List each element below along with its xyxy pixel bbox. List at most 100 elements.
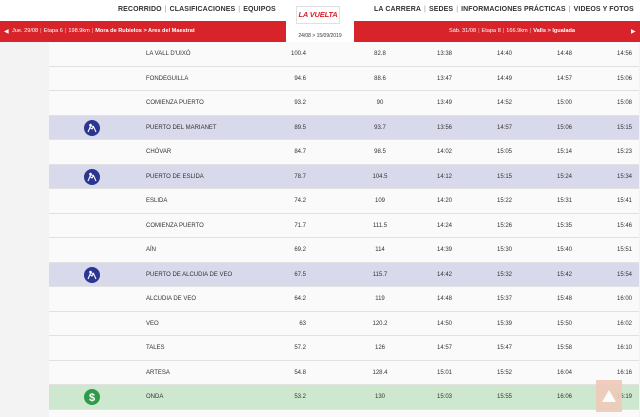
nav-videos-y-fotos[interactable]: VIDEOS Y FOTOS [574, 6, 634, 13]
prev-stage-number: Etapa 6 [43, 28, 63, 34]
km-to-finish: 63 [299, 320, 306, 327]
time-schedule-4: 14:56 [617, 51, 633, 57]
km-to-finish: 69.2 [294, 247, 306, 253]
time-schedule-1: 14:20 [437, 198, 453, 204]
time-schedule-1: 14:50 [437, 320, 453, 327]
km-to-finish: 93.2 [294, 100, 306, 106]
table-row: COMIENZA PUERTO 93.2 90 13:49 14:52 15:00 15:0… [49, 91, 639, 116]
time-schedule-3: 15:42 [557, 271, 573, 278]
km-to-finish: 89.5 [294, 124, 306, 131]
table-row: ALCUDIA DE VEO 64.2 119 14:48 15:37 15:48 16:0… [49, 287, 639, 312]
time-schedule-2: 15:52 [497, 369, 513, 376]
time-schedule-4: 15:41 [617, 198, 633, 204]
la-vuelta-logo[interactable]: LA VUELTA [296, 6, 340, 24]
bar-divider: | [40, 28, 42, 34]
time-schedule-1: 14:48 [437, 296, 453, 302]
time-schedule-3: 15:35 [557, 222, 573, 229]
nav-equipos[interactable]: EQUIPOS [243, 6, 276, 13]
km-to-finish: 53.2 [294, 394, 306, 400]
time-schedule-3: 14:57 [557, 75, 573, 82]
time-schedule-3: 15:50 [557, 320, 573, 327]
table-row: $ ONDA 53.2 130 15:03 15:55 16:06 16:19 [49, 385, 639, 410]
time-schedule-2: 15:26 [497, 222, 513, 229]
time-schedule-2: 15:39 [497, 320, 513, 327]
table-row: VEO 63 120.2 14:50 15:39 15:50 16:02 [49, 311, 639, 336]
km-covered: 90 [376, 100, 384, 106]
next-stage-date: Sáb. 31/08 [449, 28, 477, 34]
nav-divider: | [456, 6, 459, 13]
point-name: VEO [146, 320, 159, 327]
table-row: AÍN 69.2 114 14:39 15:30 15:40 15:51 [49, 238, 639, 263]
km-to-finish: 74.2 [294, 198, 306, 204]
table-row: ESLIDA 74.2 109 14:20 15:22 15:31 15:41 [49, 189, 639, 214]
km-to-finish: 57.2 [294, 345, 306, 351]
time-schedule-3: 15:40 [557, 247, 573, 253]
next-stage-link[interactable]: Sáb. 31/08 | Etapa 8 | 166.9km | Valls > Igual… [449, 28, 575, 34]
time-schedule-4: 15:15 [617, 124, 633, 131]
point-name: PUERTO DE ESLIDA [146, 173, 204, 180]
km-covered: 126 [374, 345, 385, 351]
time-schedule-1: 15:03 [437, 394, 453, 400]
km-covered: 88.6 [374, 75, 386, 82]
table-row: PUERTO DEL MARIANET 89.5 93.7 13:56 14:57 15:… [49, 115, 639, 140]
time-schedule-1: 14:57 [437, 345, 453, 351]
nav-sedes[interactable]: SEDES [429, 6, 453, 13]
scroll-to-top-button[interactable] [596, 380, 622, 412]
km-covered: 109 [374, 198, 385, 204]
time-schedule-3: 15:58 [557, 345, 573, 351]
table-row: FANZARA41.9141.315:3316:1316:2516:38 [49, 409, 639, 417]
table-row: LA VALL D'UIXÓ 100.4 82.8 13:38 14:40 14:48 14… [49, 42, 639, 67]
nav-informaciones-practicas[interactable]: INFORMACIONES PRÁCTICAS [461, 6, 566, 13]
mountain-climber-icon [84, 266, 100, 283]
km-to-finish: 94.6 [294, 75, 306, 82]
sprint-dollar-icon: $ [84, 389, 100, 405]
nav-right-menu: LA CARRERA | SEDES | INFORMACIONES PRÁCTICAS… [374, 6, 634, 13]
point-name: FONDEGUILLA [146, 75, 189, 82]
nav-divider: | [238, 6, 241, 13]
point-name: COMIENZA PUERTO [146, 100, 204, 106]
chevron-right-icon[interactable]: ▶ [631, 28, 636, 35]
time-schedule-2: 15:37 [497, 296, 513, 302]
next-stage-number: Etapa 8 [481, 28, 501, 34]
time-schedule-2: 14:57 [497, 124, 513, 131]
time-schedule-1: 14:12 [437, 173, 453, 180]
time-schedule-2: 14:52 [497, 100, 513, 106]
nav-clasificaciones[interactable]: CLASIFICACIONES [170, 6, 236, 13]
nav-divider: | [568, 6, 571, 13]
km-to-finish: 71.7 [294, 222, 306, 229]
time-schedule-2: 15:15 [497, 173, 513, 180]
time-schedule-4: 15:06 [617, 75, 633, 82]
point-name: ONDA [146, 394, 164, 400]
time-schedule-1: 13:38 [437, 51, 453, 57]
table-row: PUERTO DE ESLIDA 78.7 104.5 14:12 15:15 15:24… [49, 164, 639, 189]
km-covered: 114 [375, 247, 385, 253]
point-name: TALES [146, 345, 165, 351]
chevron-left-icon[interactable]: ◀ [4, 28, 9, 35]
nav-recorrido[interactable]: RECORRIDO [118, 6, 162, 13]
time-schedule-4: 15:23 [617, 149, 633, 155]
time-schedule-4: 15:08 [617, 100, 633, 106]
time-schedule-4: 15:34 [617, 173, 633, 180]
nav-la-carrera[interactable]: LA CARRERA [374, 6, 421, 13]
time-schedule-1: 14:24 [437, 222, 453, 229]
point-name: PUERTO DEL MARIANET [146, 124, 217, 131]
km-covered: 98.5 [374, 149, 386, 155]
time-schedule-4: 15:46 [617, 222, 633, 229]
nav-divider: | [424, 6, 426, 13]
time-schedule-2: 15:55 [497, 394, 513, 400]
time-schedule-2: 14:49 [497, 75, 513, 82]
time-schedule-1: 13:47 [437, 75, 453, 82]
table-row: COMIENZA PUERTO 71.7 111.5 14:24 15:26 15:35 1… [49, 213, 639, 238]
time-schedule-2: 15:30 [497, 247, 513, 253]
previous-stage-link[interactable]: Jue. 29/08 | Etapa 6 | 198.9km | Mora de Rubie… [12, 28, 195, 34]
km-to-finish: 78.7 [294, 173, 306, 180]
time-schedule-1: 13:49 [437, 100, 453, 106]
time-schedule-3: 15:24 [557, 173, 573, 180]
time-schedule-2: 15:32 [497, 271, 513, 278]
prev-stage-date: Jue. 29/08 [12, 28, 39, 34]
km-covered: 111.5 [372, 222, 388, 229]
bar-divider: | [64, 28, 67, 34]
time-schedule-1: 14:42 [437, 271, 453, 278]
nav-divider: | [164, 6, 167, 13]
nav-left-menu: RECORRIDO | CLASIFICACIONES | EQUIPOS [118, 6, 276, 13]
